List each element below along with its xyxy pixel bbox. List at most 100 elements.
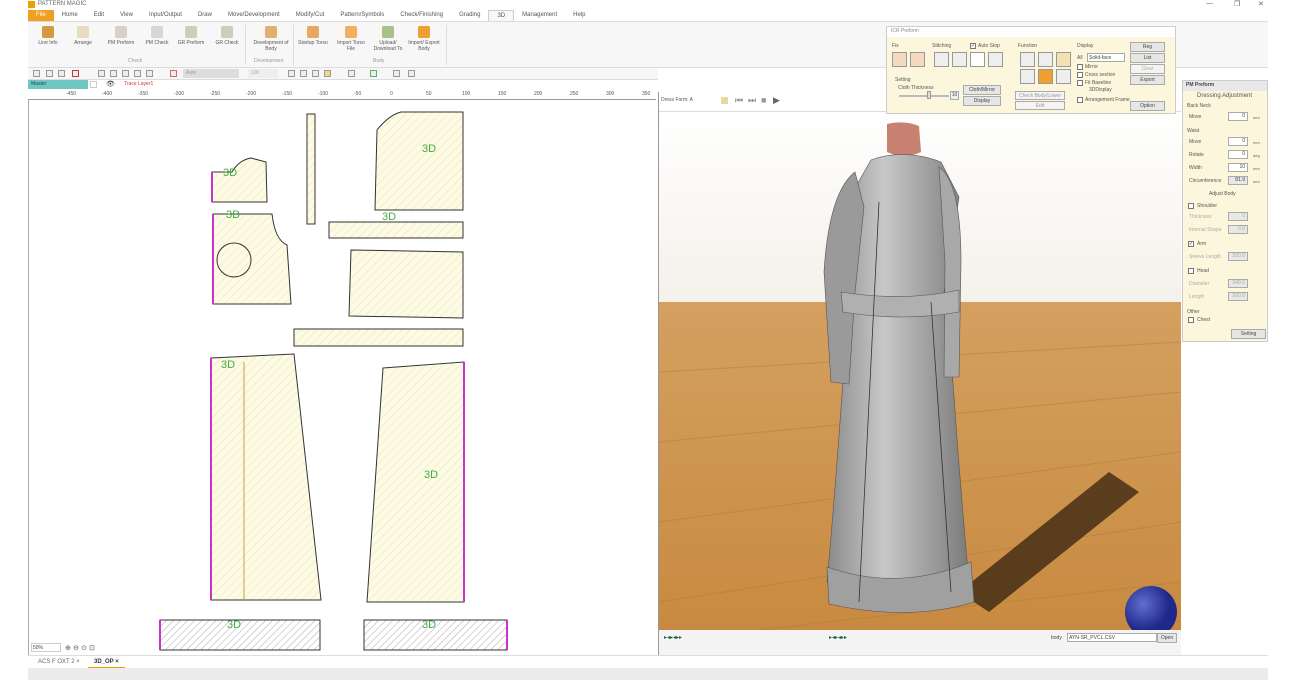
setting-button[interactable]: Setting (1231, 329, 1266, 339)
menu-management[interactable]: Management (514, 10, 565, 21)
measure-icon[interactable] (1038, 69, 1053, 84)
arrange-button[interactable]: Arrange (68, 26, 98, 46)
chest-checkbox[interactable] (1188, 317, 1194, 323)
auto-stop-checkbox[interactable]: ✓ (970, 43, 976, 49)
import-torso-file-button[interactable]: Import Torso File (333, 26, 369, 52)
export-button[interactable]: Export (1130, 75, 1165, 85)
print-icon[interactable] (393, 70, 400, 77)
zoom-out-icon[interactable]: ⊖ (73, 644, 79, 652)
cloth-mirror-button[interactable]: Cloth/Mirror (963, 85, 1001, 95)
pencil-icon[interactable] (1038, 52, 1053, 67)
reg-button[interactable]: Reg (1130, 42, 1165, 52)
menu-file[interactable]: File (28, 10, 54, 21)
fix-pin-icon[interactable] (892, 52, 907, 67)
gr-preform-button[interactable]: GR Preform (176, 26, 206, 46)
zoom-fit-icon[interactable]: ⊙ (81, 644, 87, 652)
3d-scene[interactable] (658, 112, 1182, 638)
length-input[interactable]: 560.0 (1228, 292, 1248, 301)
import-export-body-button[interactable]: Import/ Export Body (406, 26, 442, 52)
development-of-body-button[interactable]: Development of Body (253, 26, 289, 52)
diameter-input[interactable]: 540.0 (1228, 279, 1248, 288)
green-frame-icon[interactable] (370, 70, 377, 77)
menu-grading[interactable]: Grading (451, 10, 488, 21)
frame-icon[interactable] (146, 70, 153, 77)
width-input[interactable]: 10 (1228, 163, 1248, 172)
zoom-in-icon[interactable]: ⊕ (65, 644, 71, 652)
slider-thumb[interactable] (927, 91, 931, 99)
calc-icon[interactable] (408, 70, 415, 77)
line-info-button[interactable]: Line Info (33, 26, 63, 46)
list-button[interactable]: List (1130, 53, 1165, 63)
menu-3d[interactable]: 3D (488, 10, 515, 21)
redo-icon[interactable] (58, 70, 65, 77)
thickness-slider[interactable] (899, 91, 949, 99)
fast-forward-icon[interactable] (952, 52, 967, 67)
check-body-button[interactable]: Check Body/Lower (1015, 91, 1065, 100)
add-icon[interactable] (1020, 52, 1035, 67)
edit-button[interactable]: Edit (1015, 101, 1065, 110)
auto-select[interactable]: Auto (183, 69, 239, 78)
new-icon[interactable] (33, 70, 40, 77)
cross-section-checkbox[interactable] (1077, 72, 1083, 78)
grid-icon[interactable] (110, 70, 117, 77)
zoom-window-icon[interactable]: ⊡ (89, 644, 95, 652)
tab-acs[interactable]: ACS F OXT 2 × (32, 657, 86, 667)
menu-check-finishing[interactable]: Check/Finishing (392, 10, 451, 21)
layout-icon[interactable] (98, 70, 105, 77)
undo-icon[interactable] (46, 70, 53, 77)
layer-icon[interactable] (170, 70, 177, 77)
startup-torso-button[interactable]: Startup Torso (298, 26, 328, 46)
stop-icon[interactable]: ■ (761, 95, 766, 105)
pm-preform-button[interactable]: PM Preform (106, 26, 136, 46)
menu-help[interactable]: Help (565, 10, 593, 21)
option-button[interactable]: Option (1130, 101, 1165, 111)
display-mode-select[interactable]: Solid-face (1087, 53, 1125, 62)
close-tab-icon[interactable]: × (76, 659, 80, 665)
layer-select[interactable]: Master (28, 80, 88, 89)
fit-baseline-checkbox[interactable] (1077, 80, 1083, 86)
stop-icon[interactable] (72, 70, 79, 77)
close-button[interactable]: ✕ (1258, 0, 1264, 8)
menu-view[interactable]: View (112, 10, 141, 21)
bag-icon[interactable] (324, 70, 331, 77)
pm-check-button[interactable]: PM Check (142, 26, 172, 46)
menu-modify-cut[interactable]: Modify/Cut (288, 10, 333, 21)
arc-icon[interactable] (288, 70, 295, 77)
open-button[interactable]: Open (1157, 633, 1177, 643)
unfix-pin-icon[interactable] (910, 52, 925, 67)
menu-home[interactable]: Home (54, 10, 86, 21)
body-icon[interactable] (1056, 69, 1071, 84)
menu-edit[interactable]: Edit (86, 10, 112, 21)
measure-icon[interactable] (122, 70, 129, 77)
arm-checkbox[interactable]: ✓ (1188, 241, 1194, 247)
hand-icon[interactable] (1020, 69, 1035, 84)
play-icon[interactable]: ▶ (773, 95, 780, 106)
dress-form-select[interactable]: Dress Form: A (661, 97, 693, 103)
minimize-button[interactable]: — (1206, 0, 1213, 7)
rotate-input[interactable]: 0 (1228, 150, 1248, 159)
display-button[interactable]: Display (963, 96, 1001, 106)
menu-move-development[interactable]: Move/Development (220, 10, 288, 21)
scissors-icon[interactable] (348, 70, 355, 77)
zoom-select[interactable]: 50% (31, 643, 61, 652)
body-file-field[interactable]: AYN-SR_PVCL.CSV (1067, 633, 1157, 642)
back-neck-move-input[interactable]: 0 (1228, 112, 1248, 121)
layer-dropdown-icon[interactable] (90, 81, 97, 88)
menu-input-output[interactable]: Input/Output (141, 10, 190, 21)
clear-button[interactable]: Clear (1130, 64, 1165, 74)
arrangement-frame-checkbox[interactable] (1077, 97, 1083, 103)
gr-check-button[interactable]: GR Check (212, 26, 242, 46)
sleeve-length-input[interactable]: 550.0 (1228, 252, 1248, 261)
trace-layer-label[interactable]: Trace Layer1 (124, 81, 153, 87)
shoulder-checkbox[interactable] (1188, 203, 1194, 209)
rewind-icon[interactable]: ⏮ (735, 95, 743, 106)
maximize-button[interactable]: ❐ (1234, 0, 1240, 8)
pen-icon[interactable] (312, 70, 319, 77)
rewind-icon[interactable] (934, 52, 949, 67)
waist-move-input[interactable]: 0 (1228, 137, 1248, 146)
close-tab-icon[interactable]: × (115, 659, 119, 665)
triangle-ruler-icon[interactable] (1056, 52, 1071, 67)
stop-icon[interactable] (970, 52, 985, 67)
fast-forward-icon[interactable]: ⏭ (748, 95, 756, 106)
thickness-input[interactable]: 0 (1228, 212, 1248, 221)
